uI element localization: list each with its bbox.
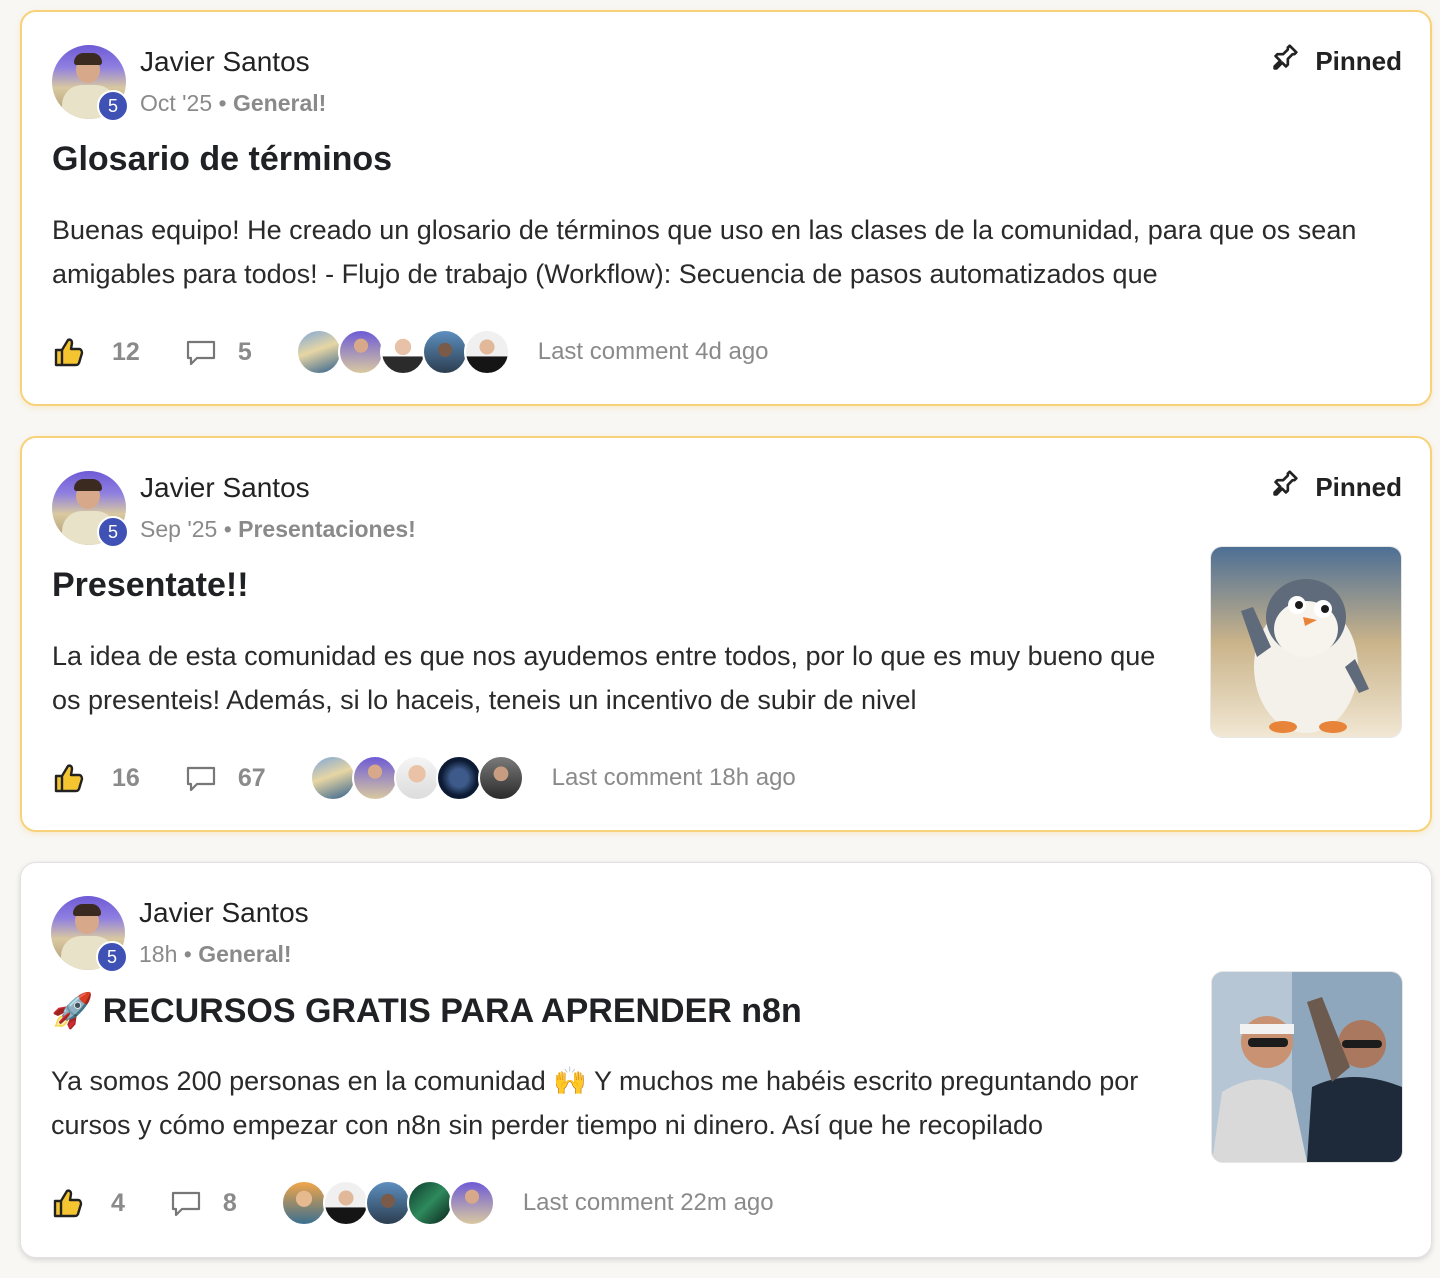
post-footer: 4 8 Last comment 22m ago <box>51 1179 774 1227</box>
post-thumbnail[interactable] <box>1211 971 1403 1163</box>
commenter-avatar[interactable] <box>364 1180 411 1226</box>
level-badge: 5 <box>96 941 128 973</box>
commenter-avatar[interactable] <box>477 755 524 801</box>
post-excerpt[interactable]: Ya somos 200 personas en la comunidad 🙌 … <box>51 1059 1171 1147</box>
thumbs-up-icon[interactable] <box>52 761 86 795</box>
author-avatar[interactable]: 5 <box>52 45 129 122</box>
commenter-avatar[interactable] <box>351 755 398 801</box>
meta-separator: • <box>223 516 232 542</box>
thumbs-up-icon[interactable] <box>52 335 86 369</box>
last-comment: Last comment 22m ago <box>522 1189 774 1216</box>
author-avatar[interactable]: 5 <box>52 471 129 548</box>
pinned-indicator: Pinned <box>1269 468 1402 507</box>
author-avatar[interactable]: 5 <box>51 896 128 973</box>
post-category[interactable]: Presentaciones! <box>238 516 416 542</box>
speech-bubble-icon[interactable] <box>184 761 218 795</box>
level-badge: 5 <box>97 516 129 548</box>
speech-bubble-icon[interactable] <box>184 335 218 369</box>
post-title[interactable]: Presentate!! <box>52 566 249 605</box>
post-meta: Oct '25 • General! <box>140 90 326 117</box>
post-category[interactable]: General! <box>233 90 326 116</box>
commenter-avatar[interactable] <box>280 1180 327 1226</box>
post-meta: Sep '25 • Presentaciones! <box>140 516 416 543</box>
like-count: 12 <box>112 337 140 366</box>
author-name[interactable]: Javier Santos <box>140 46 310 78</box>
like-count: 4 <box>111 1188 125 1217</box>
commenter-avatar[interactable] <box>379 329 426 375</box>
post-title[interactable]: 🚀 RECURSOS GRATIS PARA APRENDER n8n <box>51 991 802 1031</box>
commenter-avatar[interactable] <box>463 329 510 375</box>
post-date: Sep '25 <box>140 516 218 542</box>
comment-count: 5 <box>237 337 252 366</box>
author-name[interactable]: Javier Santos <box>140 472 310 504</box>
post-footer: 12 5 Last comment 4d ago <box>52 328 769 376</box>
rocket-icon: 🚀 <box>51 992 94 1030</box>
pin-icon <box>1269 42 1301 81</box>
post-thumbnail[interactable] <box>1210 546 1402 738</box>
post-card[interactable]: 5 Javier Santos Sep '25 • Presentaciones… <box>20 436 1432 832</box>
post-title-text: Presentate!! <box>52 566 249 604</box>
post-excerpt[interactable]: La idea de esta comunidad es que nos ayu… <box>52 634 1172 722</box>
post-date: 18h <box>139 941 178 967</box>
post-excerpt[interactable]: Buenas equipo! He creado un glosario de … <box>52 208 1402 296</box>
penguin-thumbnail-image <box>1211 547 1401 737</box>
commenter-avatars <box>280 1180 495 1226</box>
post-meta: 18h • General! <box>139 941 292 968</box>
comment-count: 67 <box>237 763 266 792</box>
commenter-avatar[interactable] <box>337 329 384 375</box>
post-title-text: Glosario de términos <box>52 140 393 178</box>
pinned-label: Pinned <box>1315 46 1402 76</box>
post-card[interactable]: 5 Javier Santos Oct '25 • General! Pinne… <box>20 10 1432 406</box>
speech-bubble-icon[interactable] <box>169 1186 203 1220</box>
post-category[interactable]: General! <box>198 941 291 967</box>
meta-separator: • <box>218 90 227 116</box>
commenter-avatar[interactable] <box>435 755 482 801</box>
post-card[interactable]: 5 Javier Santos 18h • General! 🚀 RECURSO… <box>20 862 1432 1258</box>
thumbs-up-icon[interactable] <box>51 1186 85 1220</box>
author-name[interactable]: Javier Santos <box>139 897 309 929</box>
post-footer: 16 67 Last comment 18h ago <box>52 754 796 802</box>
level-badge: 5 <box>97 90 129 122</box>
post-date: Oct '25 <box>140 90 213 116</box>
commenter-avatar[interactable] <box>448 1180 495 1226</box>
commenter-avatars <box>295 329 510 375</box>
commenter-avatar[interactable] <box>393 755 440 801</box>
commenter-avatar[interactable] <box>421 329 468 375</box>
commenter-avatar[interactable] <box>322 1180 369 1226</box>
post-title-text: RECURSOS GRATIS PARA APRENDER n8n <box>102 992 802 1030</box>
post-title[interactable]: Glosario de términos <box>52 140 392 179</box>
comment-count: 8 <box>222 1188 237 1217</box>
commenter-avatar[interactable] <box>406 1180 453 1226</box>
pinned-label: Pinned <box>1315 472 1402 502</box>
pin-icon <box>1269 468 1301 507</box>
like-count: 16 <box>112 763 140 792</box>
meta-separator: • <box>183 941 192 967</box>
commenter-avatar[interactable] <box>309 755 356 801</box>
commenter-avatars <box>309 755 524 801</box>
two-men-thumbnail-image <box>1212 972 1402 1162</box>
pinned-indicator: Pinned <box>1269 42 1402 81</box>
commenter-avatar[interactable] <box>295 329 342 375</box>
last-comment: Last comment 18h ago <box>551 764 796 791</box>
last-comment: Last comment 4d ago <box>537 338 769 365</box>
